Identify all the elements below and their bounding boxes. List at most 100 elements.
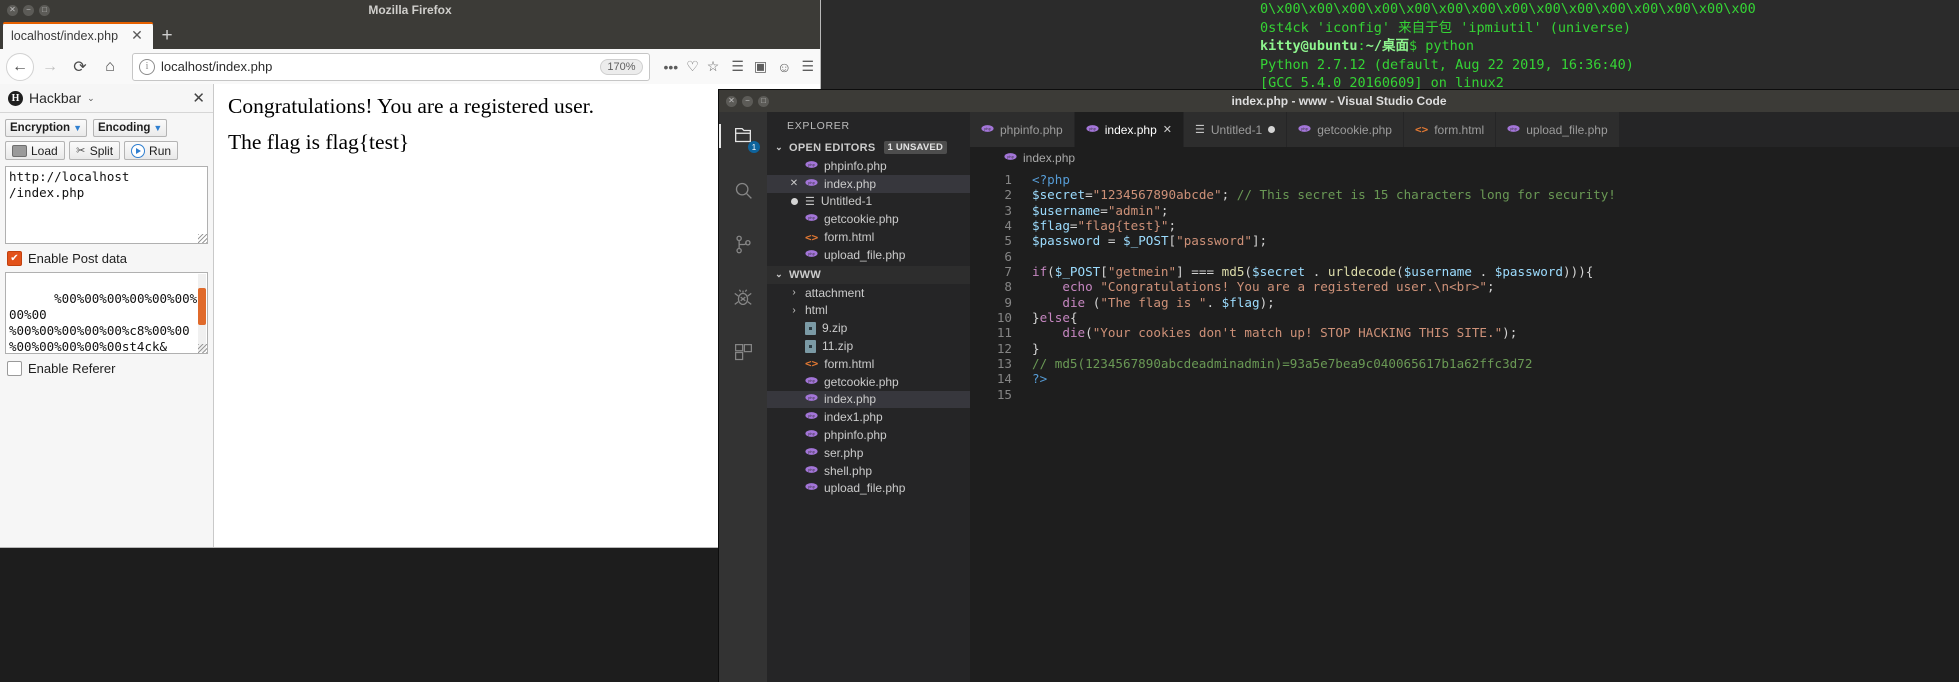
line-content: $username="admin";	[1032, 203, 1169, 218]
chevron-right-icon[interactable]: ›	[789, 305, 799, 316]
close-tab-icon[interactable]: ✕	[129, 28, 145, 44]
open-editor-item[interactable]: php upload_file.php	[767, 246, 970, 264]
activity-extensions-icon[interactable]	[727, 336, 759, 368]
address-bar[interactable]: i localhost/index.php 170%	[132, 53, 650, 81]
breadcrumb[interactable]: php index.php	[970, 147, 1959, 169]
chevron-down-icon[interactable]: ⌄	[773, 269, 785, 280]
enable-post-data-row[interactable]: ✔ Enable Post data	[0, 244, 213, 272]
chevron-down-icon[interactable]: ⌄	[87, 93, 95, 104]
code-line[interactable]: 3$username="admin";	[970, 203, 1959, 218]
open-editor-item[interactable]: ☰ Untitled-1	[767, 193, 970, 211]
svg-text:php: php	[808, 397, 815, 402]
tab-upload-file-php[interactable]: php upload_file.php	[1496, 112, 1619, 147]
new-tab-button[interactable]: +	[153, 22, 181, 49]
home-icon[interactable]: ⌂	[96, 53, 124, 81]
code-line[interactable]: 9 die ("The flag is ". $flag);	[970, 295, 1959, 310]
tree-item[interactable]: 11.zip	[767, 337, 970, 355]
tree-item[interactable]: php ser.php	[767, 444, 970, 462]
split-button[interactable]: ✂ Split	[69, 141, 120, 160]
code-line[interactable]: 1<?php	[970, 172, 1959, 187]
encryption-dropdown[interactable]: Encryption ▼	[5, 119, 87, 137]
hackbar-post-textarea[interactable]: %00%00%00%00%00%00%00%00 %00%00%00%00%00…	[5, 272, 208, 354]
code-line[interactable]: 7if($_POST["getmein"] === md5($secret . …	[970, 264, 1959, 279]
tab-phpinfo-php[interactable]: php phpinfo.php	[970, 112, 1075, 147]
file-name: shell.php	[824, 464, 872, 478]
tree-item[interactable]: <> form.html	[767, 355, 970, 373]
open-editors-section[interactable]: ⌄ OPEN EDITORS 1 UNSAVED	[767, 138, 970, 157]
line-content: }else{	[1032, 310, 1078, 325]
enable-referer-row[interactable]: Enable Referer	[0, 354, 213, 382]
tree-item[interactable]: 9.zip	[767, 319, 970, 337]
close-tab-icon[interactable]: ✕	[1163, 123, 1172, 136]
close-window-button[interactable]: ✕	[7, 5, 18, 16]
tab-untitled-1[interactable]: ☰ Untitled-1	[1184, 112, 1287, 147]
encryption-dropdown-label: Encryption	[10, 122, 70, 134]
close-file-icon[interactable]: ✕	[789, 178, 799, 189]
sidebars-icon[interactable]: ▣	[754, 58, 767, 75]
firefox-window[interactable]: ✕ − □ Mozilla Firefox localhost/index.ph…	[0, 0, 820, 547]
maximize-window-button[interactable]: □	[39, 5, 50, 16]
window-controls[interactable]: ✕ − □	[7, 5, 50, 16]
code-line[interactable]: 11 die("Your cookies don't match up! STO…	[970, 325, 1959, 340]
code-line[interactable]: 8 echo "Congratulations! You are a regis…	[970, 279, 1959, 294]
tree-item[interactable]: php upload_file.php	[767, 480, 970, 498]
forward-icon[interactable]: →	[36, 53, 64, 81]
workspace-section[interactable]: ⌄ WWW	[767, 266, 970, 284]
open-editor-item[interactable]: php getcookie.php	[767, 210, 970, 228]
account-icon[interactable]: ☺	[777, 59, 791, 75]
activity-source-control-icon[interactable]	[727, 228, 759, 260]
activity-search-icon[interactable]	[727, 174, 759, 206]
zoom-level-badge[interactable]: 170%	[600, 59, 642, 75]
tree-item[interactable]: php index.php	[767, 391, 970, 409]
close-sidebar-icon[interactable]: ✕	[192, 89, 205, 107]
library-icon[interactable]: ☰	[731, 58, 744, 75]
enable-post-data-checkbox[interactable]: ✔	[7, 251, 22, 266]
hackbar-url-textarea[interactable]: http://localhost /index.php	[5, 166, 208, 244]
chevron-right-icon[interactable]: ›	[789, 287, 799, 298]
enable-referer-checkbox[interactable]	[7, 361, 22, 376]
code-line[interactable]: 2$secret="1234567890abcde"; // This secr…	[970, 187, 1959, 202]
bookmark-star-icon[interactable]: ☆	[707, 58, 720, 75]
activity-explorer-icon[interactable]: 1	[727, 120, 759, 152]
vscode-window[interactable]: ✕ − □ index.php - www - Visual Studio Co…	[719, 90, 1959, 682]
tree-item[interactable]: php phpinfo.php	[767, 426, 970, 444]
url-textarea-resize-grip[interactable]	[198, 234, 207, 243]
open-editor-item[interactable]: php phpinfo.php	[767, 157, 970, 175]
tree-item[interactable]: php shell.php	[767, 462, 970, 480]
browser-tab[interactable]: localhost/index.php ✕	[3, 22, 153, 49]
tab-getcookie-php[interactable]: php getcookie.php	[1287, 112, 1404, 147]
code-editor[interactable]: 1<?php2$secret="1234567890abcde"; // Thi…	[970, 169, 1959, 402]
tree-item[interactable]: php index1.php	[767, 408, 970, 426]
load-button[interactable]: Load	[5, 141, 65, 160]
reload-icon[interactable]: ⟳	[66, 53, 94, 81]
open-editor-item[interactable]: ✕ php index.php	[767, 175, 970, 193]
reader-mode-icon[interactable]: ♡	[686, 58, 699, 75]
tree-item[interactable]: › html	[767, 302, 970, 320]
site-info-icon[interactable]: i	[139, 59, 155, 75]
open-editor-item[interactable]: <> form.html	[767, 228, 970, 246]
code-line[interactable]: 6	[970, 249, 1959, 264]
chevron-down-icon[interactable]: ⌄	[773, 142, 785, 153]
code-line[interactable]: 10}else{	[970, 310, 1959, 325]
encoding-dropdown[interactable]: Encoding ▼	[93, 119, 167, 137]
post-textarea-scrollbar[interactable]	[198, 274, 206, 352]
tree-item[interactable]: › attachment	[767, 284, 970, 302]
run-button[interactable]: Run	[124, 141, 178, 160]
tab-form-html[interactable]: <> form.html	[1404, 112, 1496, 147]
code-line[interactable]: 5$password = $_POST["password"];	[970, 233, 1959, 248]
tree-item[interactable]: php getcookie.php	[767, 373, 970, 391]
html-icon: <>	[805, 231, 818, 244]
back-icon[interactable]: ←	[6, 53, 34, 81]
tab-index-php[interactable]: php index.php ✕	[1075, 112, 1184, 147]
code-line[interactable]: 13// md5(1234567890abcdeadminadmin)=93a5…	[970, 356, 1959, 371]
post-textarea-resize-grip[interactable]	[198, 344, 207, 353]
app-menu-icon[interactable]: ☰	[801, 58, 814, 75]
page-actions-icon[interactable]: •••	[664, 59, 679, 75]
minimize-window-button[interactable]: −	[23, 5, 34, 16]
code-line[interactable]: 14?>	[970, 371, 1959, 386]
activity-debug-icon[interactable]	[727, 282, 759, 314]
address-bar-input[interactable]: localhost/index.php	[161, 59, 594, 74]
code-line[interactable]: 15	[970, 387, 1959, 402]
code-line[interactable]: 12}	[970, 341, 1959, 356]
code-line[interactable]: 4$flag="flag{test}";	[970, 218, 1959, 233]
